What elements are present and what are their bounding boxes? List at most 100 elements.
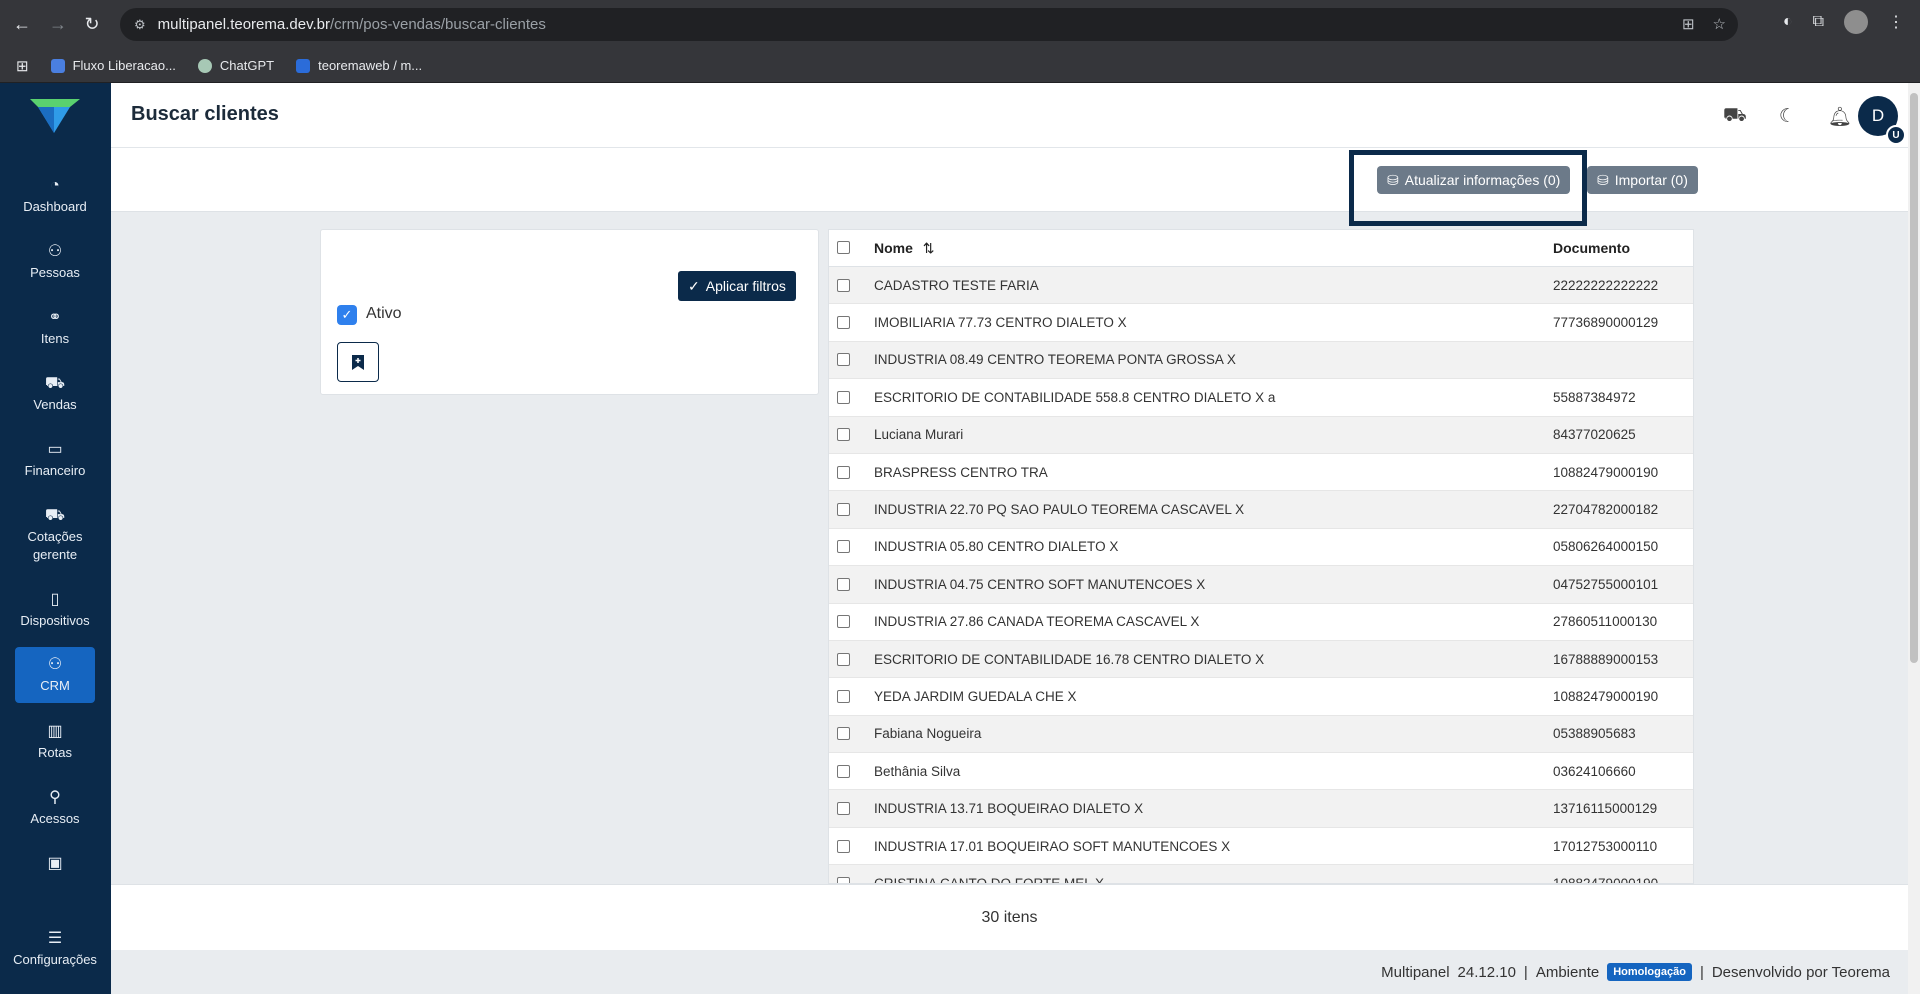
cell-name: YEDA JARDIM GUEDALA CHE X — [874, 688, 1077, 704]
sidebar-item-pessoas[interactable]: ⚇ Pessoas — [15, 244, 95, 282]
cell-document: 22222222222222 — [1553, 277, 1659, 293]
cell-document: 27860511000130 — [1553, 614, 1658, 630]
import-button[interactable]: ⛁ Importar (0) — [1587, 166, 1698, 194]
table-row[interactable]: CADASTRO TESTE FARIA 22222222222222 — [829, 267, 1693, 305]
row-checkbox[interactable] — [837, 577, 850, 591]
site-info-icon[interactable]: ⚙ — [134, 17, 146, 33]
row-checkbox[interactable] — [837, 390, 850, 404]
table-row[interactable]: BRASPRESS CENTRO TRA 10882479000190 — [829, 454, 1693, 492]
row-checkbox[interactable] — [837, 316, 850, 330]
table-row[interactable]: INDUSTRIA 05.80 CENTRO DIALETO X 05806264… — [829, 529, 1693, 567]
back-icon[interactable]: ← — [10, 12, 34, 36]
ativo-checkbox[interactable]: ✓ — [337, 305, 357, 325]
env-badge: Homologação — [1607, 963, 1692, 981]
cell-document: 04752755000101 — [1553, 576, 1659, 592]
row-checkbox[interactable] — [837, 839, 850, 853]
reload-icon[interactable]: ↻ — [80, 12, 104, 36]
sidebar-item-financeiro[interactable]: ▭ Financeiro — [15, 442, 95, 480]
column-header-name[interactable]: Nome ⇅ — [874, 240, 935, 257]
row-checkbox[interactable] — [837, 503, 850, 517]
sidebar-item-dashboard[interactable]: ◔ Dashboard — [15, 178, 95, 216]
sidebar-item-rotas[interactable]: ▥ Rotas — [15, 724, 95, 762]
table-row[interactable]: INDUSTRIA 22.70 PQ SAO PAULO TEOREMA CAS… — [829, 491, 1693, 529]
table-row[interactable]: Luciana Murari 84377020625 — [829, 416, 1693, 454]
table-row[interactable]: ESCRITORIO DE CONTABILIDADE 558.8 CENTRO… — [829, 379, 1693, 417]
table-footer: 30 itens — [111, 884, 1908, 950]
sidebar-item-crm[interactable]: ⚇ CRM — [15, 647, 95, 703]
action-toolbar: ⛁ Atualizar informações (0) ⛁ Importar (… — [111, 148, 1908, 212]
moon-icon[interactable]: ☾ — [1779, 105, 1796, 129]
scroll-thumb[interactable] — [1910, 93, 1918, 663]
extension-icon[interactable]: ◐ — [1783, 13, 1793, 31]
cart-icon: ⛟ — [44, 375, 66, 392]
sidebar: ◔ Dashboard ⚇ Pessoas ⚭ Itens ⛟ Vendas ▭… — [0, 83, 111, 994]
cart-icon: ⛟ — [44, 507, 66, 524]
row-checkbox[interactable] — [837, 278, 850, 292]
apps-grid-icon[interactable]: ⊞ — [16, 57, 29, 75]
sidebar-item-cotacoes-gerente[interactable]: ⛟ Cotações gerente — [15, 508, 95, 564]
cell-name: IMOBILIARIA 77.73 CENTRO DIALETO X — [874, 315, 1127, 331]
people-icon: ⚇ — [47, 656, 63, 673]
app-version: 24.12.10 — [1457, 963, 1516, 981]
puzzle-icon[interactable]: ⧉ — [1813, 13, 1824, 31]
sidebar-item-acessos[interactable]: ⚲ Acessos — [15, 790, 95, 828]
bookmark-2[interactable]: teoremaweb / m... — [296, 58, 422, 73]
row-checkbox[interactable] — [837, 465, 850, 479]
cart-icon[interactable]: ⛟ — [1723, 105, 1747, 129]
saved-filters-button[interactable] — [337, 342, 379, 382]
row-checkbox[interactable] — [837, 764, 850, 778]
page-scrollbar[interactable] — [1908, 83, 1920, 994]
bookmark-1[interactable]: ChatGPT — [197, 58, 274, 73]
row-checkbox[interactable] — [837, 353, 850, 367]
table-row[interactable]: Fabiana Nogueira 05388905683 — [829, 715, 1693, 754]
bell-icon[interactable]: 🔔︎ — [1828, 105, 1852, 129]
cell-document: 55887384972 — [1553, 389, 1636, 405]
star-icon[interactable]: ☆ — [1713, 15, 1726, 33]
table-row[interactable]: INDUSTRIA 08.49 CENTRO TEOREMA PONTA GRO… — [829, 341, 1693, 380]
cell-document: 13716115000129 — [1553, 801, 1658, 817]
sidebar-item-report[interactable]: ▣ — [15, 856, 95, 876]
cell-document: 10882479000190 — [1553, 464, 1659, 480]
row-checkbox[interactable] — [837, 652, 850, 666]
translate-icon[interactable]: ⊞ — [1682, 15, 1695, 33]
profile-avatar[interactable] — [1844, 10, 1868, 34]
filter-panel: ✓ Aplicar filtros ✓ Ativo — [320, 229, 819, 395]
table-row[interactable]: INDUSTRIA 04.75 CENTRO SOFT MANUTENCOES … — [829, 566, 1693, 604]
table-row[interactable]: Bethânia Silva 03624106660 — [829, 753, 1693, 791]
row-checkbox[interactable] — [837, 689, 850, 703]
apply-filters-button[interactable]: ✓ Aplicar filtros — [678, 271, 796, 301]
table-row[interactable]: INDUSTRIA 27.86 CANADA TEOREMA CASCAVEL … — [829, 604, 1693, 641]
table-row[interactable]: YEDA JARDIM GUEDALA CHE X 10882479000190 — [829, 678, 1693, 716]
app-logo[interactable] — [30, 99, 80, 133]
sidebar-item-itens[interactable]: ⚭ Itens — [15, 310, 95, 348]
row-checkbox[interactable] — [837, 428, 850, 442]
row-checkbox[interactable] — [837, 615, 850, 629]
row-checkbox[interactable] — [837, 802, 850, 816]
sidebar-item-dispositivos[interactable]: ▯ Dispositivos — [15, 592, 95, 630]
bookmark-0[interactable]: Fluxo Liberacao... — [50, 58, 176, 73]
status-bar: Multipanel 24.12.10 | Ambiente Homologaç… — [111, 950, 1908, 994]
highlight-frame — [1349, 150, 1587, 226]
table-row[interactable]: INDUSTRIA 17.01 BOQUEIRAO SOFT MANUTENCO… — [829, 828, 1693, 866]
table-row[interactable]: INDUSTRIA 13.71 BOQUEIRAO DIALETO X 13716… — [829, 790, 1693, 828]
cell-name: CADASTRO TESTE FARIA — [874, 277, 1039, 293]
sidebar-item-vendas[interactable]: ⛟ Vendas — [15, 376, 95, 414]
sidebar-item-configuracoes[interactable]: ☰ Configurações — [13, 931, 97, 969]
cell-name: INDUSTRIA 04.75 CENTRO SOFT MANUTENCOES … — [874, 576, 1206, 592]
cell-name: INDUSTRIA 05.80 CENTRO DIALETO X — [874, 539, 1119, 555]
cell-name: BRASPRESS CENTRO TRA — [874, 464, 1048, 480]
row-checkbox[interactable] — [837, 876, 850, 883]
table-row[interactable]: ESCRITORIO DE CONTABILIDADE 16.78 CENTRO… — [829, 640, 1693, 679]
table-row[interactable]: CRISTINA CANTO DO FORTE MEL X 10882479000… — [829, 865, 1693, 884]
sort-icon[interactable]: ⇅ — [923, 240, 935, 256]
table-row[interactable]: IMOBILIARIA 77.73 CENTRO DIALETO X 777368… — [829, 304, 1693, 342]
forward-icon[interactable]: → — [46, 12, 70, 36]
user-key-icon: ⚲ — [49, 789, 61, 806]
select-all-checkbox[interactable] — [837, 241, 850, 254]
menu-dots-icon[interactable]: ⋮ — [1888, 12, 1904, 32]
row-checkbox[interactable] — [837, 540, 850, 554]
check-double-icon: ✓ — [688, 277, 700, 294]
cell-document: 10882479000190 — [1553, 875, 1659, 884]
row-checkbox[interactable] — [837, 727, 850, 741]
address-bar[interactable]: ⚙ multipanel.teorema.dev.br/crm/pos-vend… — [120, 8, 1738, 41]
